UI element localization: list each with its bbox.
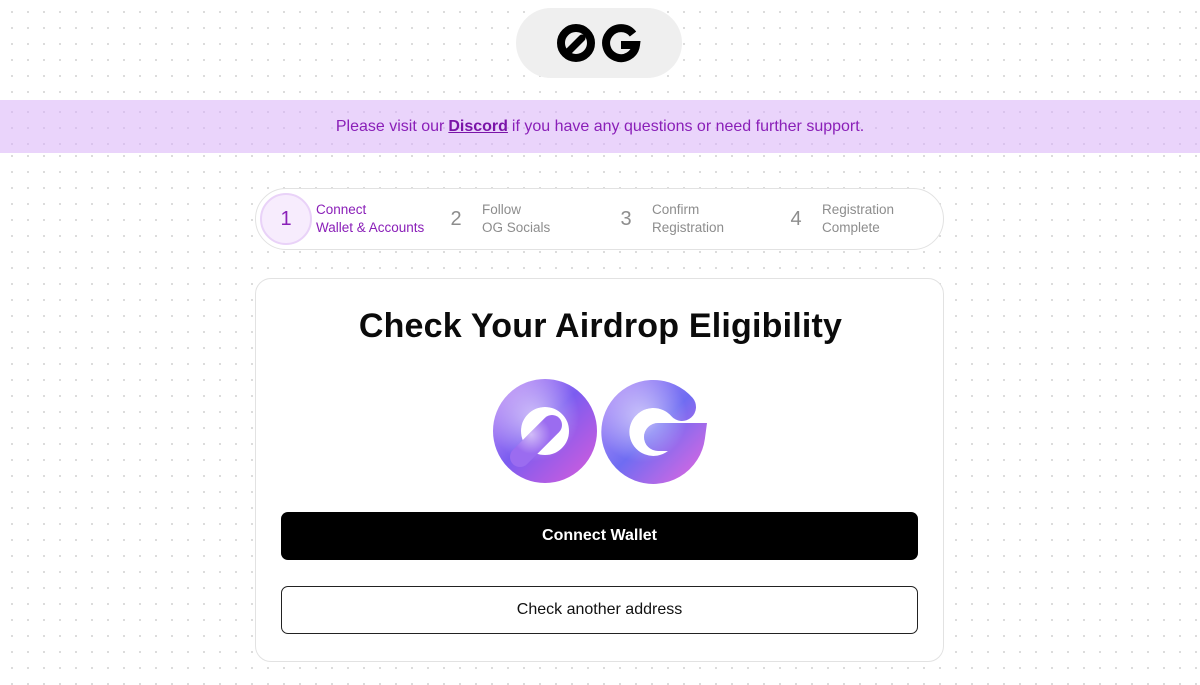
step-label-line1: Confirm [652,202,700,217]
registration-stepper: 1 Connect Wallet & Accounts 2 Follow OG … [255,188,944,250]
check-another-address-button[interactable]: Check another address [281,586,918,634]
step-number-2: 2 [450,207,462,230]
step-number-4: 4 [790,207,802,230]
step-label-line2: OG Socials [482,220,551,235]
support-banner: Please visit our Discord if you have any… [0,100,1200,153]
discord-link[interactable]: Discord [448,118,508,136]
step-label-line2: Registration [652,220,725,235]
header-logo[interactable] [516,8,682,78]
og-3d-logo-icon [493,379,708,484]
step-label-line1: Connect [316,202,367,217]
step-label: Confirm Registration [652,201,724,237]
step-number-1: 1 [260,193,312,245]
eligibility-card: Check Your Airdrop Eligibility Connect W… [255,278,944,662]
banner-text-after: if you have any questions or need furthe… [511,117,865,135]
step-label: Connect Wallet & Accounts [316,201,424,237]
step-label-line1: Follow [482,202,522,217]
step-label: Follow OG Socials [482,201,550,237]
card-title: Check Your Airdrop Eligibility [358,307,843,345]
banner-text-before: Please visit our [335,117,445,135]
step-label: Registration Complete [822,201,894,237]
step-follow[interactable]: 2 Follow OG Socials [444,189,550,249]
step-label-line2: Complete [822,220,880,235]
step-complete[interactable]: 4 Registration Complete [784,189,894,249]
connect-wallet-button[interactable]: Connect Wallet [281,512,918,560]
step-connect[interactable]: 1 Connect Wallet & Accounts [260,189,424,249]
step-number-3: 3 [620,207,632,230]
step-label-line2: Wallet & Accounts [316,220,425,235]
step-confirm[interactable]: 3 Confirm Registration [614,189,724,249]
og-logo-icon [557,24,641,63]
top-bar [0,0,1200,100]
step-label-line1: Registration [822,202,895,217]
